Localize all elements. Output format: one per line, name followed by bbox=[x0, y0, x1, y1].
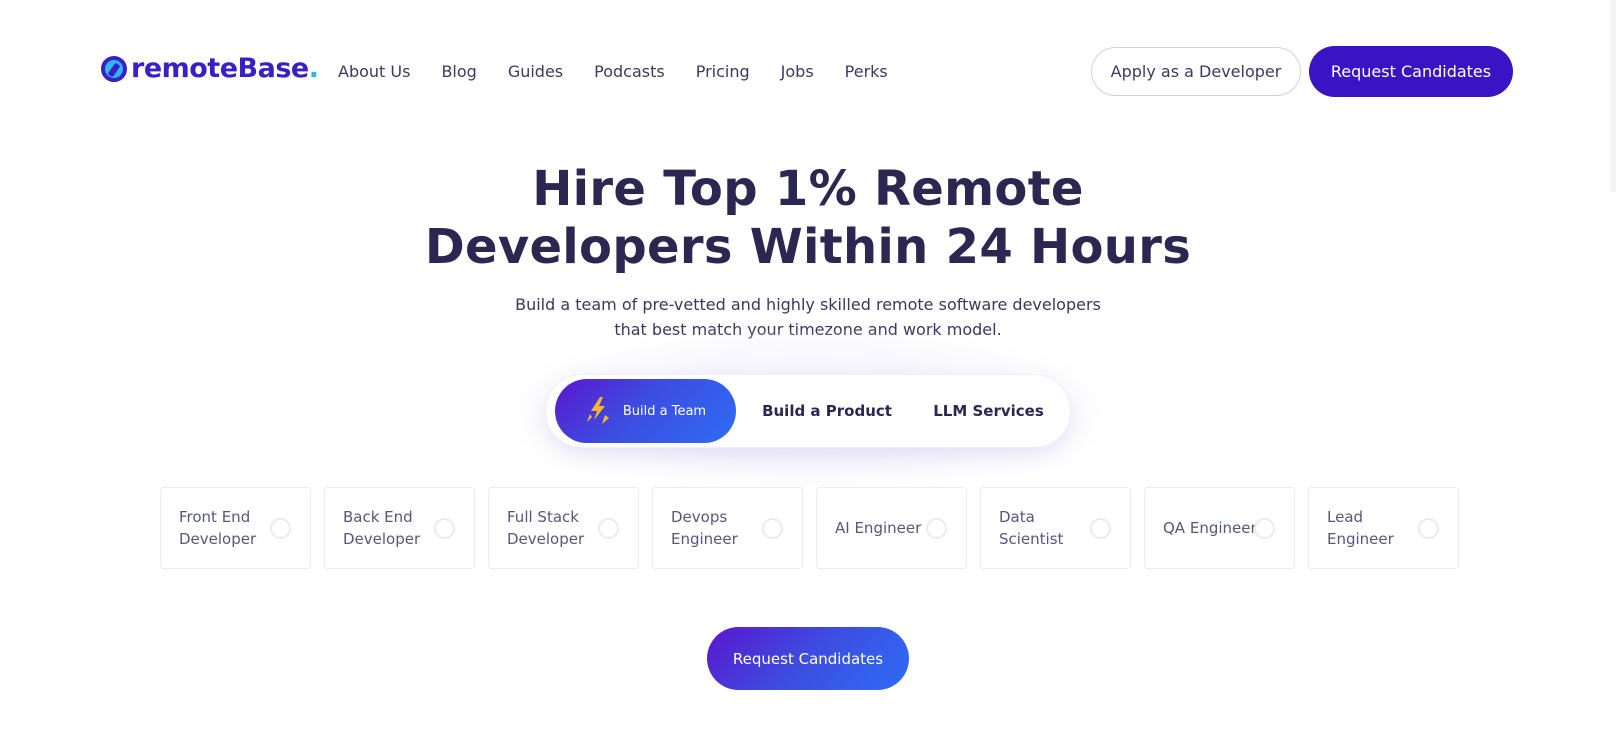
radio-button[interactable] bbox=[1254, 518, 1275, 539]
logo-dot: . bbox=[308, 53, 319, 84]
apply-as-developer-button[interactable]: Apply as a Developer bbox=[1091, 47, 1301, 96]
role-label: Back End Developer bbox=[343, 508, 421, 548]
lightning-icon bbox=[586, 397, 609, 424]
radio-button[interactable] bbox=[926, 518, 947, 539]
nav-about-us[interactable]: About Us bbox=[338, 60, 410, 84]
nav-jobs[interactable]: Jobs bbox=[781, 60, 814, 84]
nav-blog[interactable]: Blog bbox=[441, 60, 476, 84]
role-label: Front End Developer bbox=[179, 508, 257, 548]
role-label: AI Engineer bbox=[835, 519, 922, 537]
site-header: remoteBase. About Us Blog Guides Podcast… bbox=[0, 0, 1616, 144]
radio-button[interactable] bbox=[598, 518, 619, 539]
nav-podcasts[interactable]: Podcasts bbox=[594, 60, 665, 84]
role-card-qa-engineer[interactable]: QA Engineer bbox=[1144, 487, 1295, 569]
role-label: Devops Engineer bbox=[671, 508, 738, 548]
logo[interactable]: remoteBase. bbox=[101, 53, 319, 84]
header-request-candidates-button[interactable]: Request Candidates bbox=[1309, 46, 1513, 97]
role-label: Full Stack Developer bbox=[507, 508, 585, 548]
logo-icon bbox=[101, 55, 127, 82]
tab-llm-services[interactable]: LLM Services bbox=[916, 379, 1061, 443]
hero-title: Hire Top 1% Remote Developers Within 24 … bbox=[0, 160, 1616, 276]
role-cards: Front End Developer Back End Developer F… bbox=[160, 487, 1459, 569]
radio-button[interactable] bbox=[762, 518, 783, 539]
tab-build-a-product[interactable]: Build a Product bbox=[752, 379, 902, 443]
tab-build-a-team[interactable]: Build a Team bbox=[555, 379, 736, 443]
hero-title-line-2: Developers Within 24 Hours bbox=[424, 219, 1192, 275]
tab-build-a-team-label: Build a Team bbox=[622, 403, 707, 419]
radio-button[interactable] bbox=[1090, 518, 1111, 539]
service-toggle: Build a Team Build a Product LLM Service… bbox=[545, 374, 1071, 448]
hero-title-line-1: Hire Top 1% Remote bbox=[532, 161, 1084, 217]
logo-text: remoteBase bbox=[131, 53, 309, 84]
hero-subtitle-line-1: Build a team of pre-vetted and highly sk… bbox=[515, 295, 1101, 314]
role-card-data-scientist[interactable]: Data Scientist bbox=[980, 487, 1131, 569]
nav-guides[interactable]: Guides bbox=[508, 60, 563, 84]
role-label: QA Engineer bbox=[1163, 519, 1257, 537]
role-card-front-end-developer[interactable]: Front End Developer bbox=[160, 487, 311, 569]
radio-button[interactable] bbox=[1418, 518, 1439, 539]
role-card-ai-engineer[interactable]: AI Engineer bbox=[816, 487, 967, 569]
role-card-full-stack-developer[interactable]: Full Stack Developer bbox=[488, 487, 639, 569]
request-candidates-cta-button[interactable]: Request Candidates bbox=[707, 627, 909, 690]
role-label: Lead Engineer bbox=[1327, 508, 1394, 548]
role-card-devops-engineer[interactable]: Devops Engineer bbox=[652, 487, 803, 569]
radio-button[interactable] bbox=[270, 518, 291, 539]
radio-button[interactable] bbox=[434, 518, 455, 539]
nav-pricing[interactable]: Pricing bbox=[696, 60, 750, 84]
role-card-back-end-developer[interactable]: Back End Developer bbox=[324, 487, 475, 569]
role-label: Data Scientist bbox=[999, 508, 1064, 548]
main-nav: About Us Blog Guides Podcasts Pricing Jo… bbox=[338, 60, 919, 84]
role-card-lead-engineer[interactable]: Lead Engineer bbox=[1308, 487, 1459, 569]
scrollbar[interactable] bbox=[1610, 0, 1616, 192]
nav-perks[interactable]: Perks bbox=[845, 60, 888, 84]
